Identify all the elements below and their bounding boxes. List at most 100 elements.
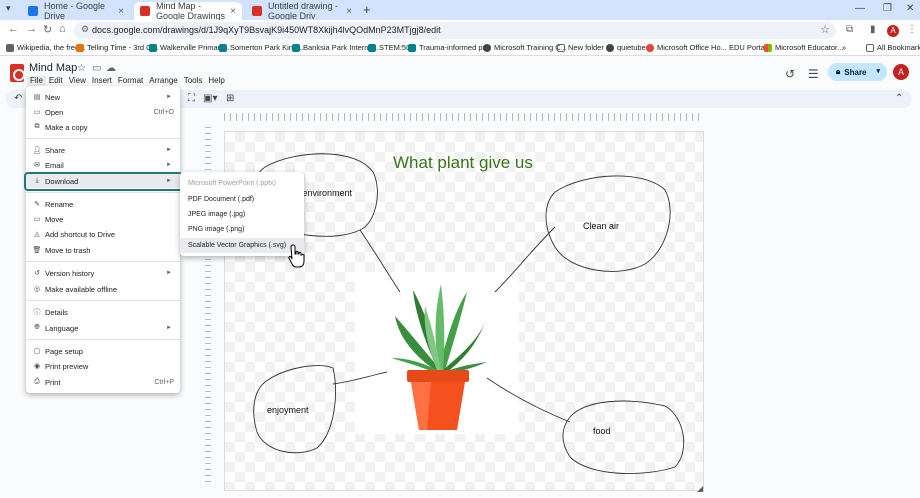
menu-item-print[interactable]: ⎙ Print Ctrl+P: [26, 375, 180, 389]
move-folder-icon[interactable]: ▭: [92, 63, 101, 74]
menu-item-rename[interactable]: ✎ Rename: [26, 197, 180, 211]
bookmark-star-icon[interactable]: ☆: [820, 23, 830, 36]
node-food[interactable]: food: [593, 426, 611, 436]
download-pdf[interactable]: PDF Document (.pdf): [180, 192, 304, 207]
new-tab-button[interactable]: +: [363, 2, 371, 17]
version-history-icon[interactable]: ↺: [785, 67, 795, 81]
home-icon[interactable]: ⌂: [59, 23, 66, 35]
document-title[interactable]: Mind Map: [29, 62, 77, 74]
browser-profile-avatar[interactable]: A: [887, 25, 899, 37]
chevron-down-icon[interactable]: ▾: [876, 67, 880, 75]
menu-item-share[interactable]: 👤︎ Share ►: [26, 143, 180, 157]
side-panel-icon[interactable]: ▮: [870, 24, 876, 35]
forward-icon[interactable]: →: [26, 23, 37, 35]
comment-add-icon[interactable]: ⊞: [226, 93, 234, 104]
new-doc-icon: ▤: [33, 94, 41, 101]
account-avatar[interactable]: A: [893, 64, 909, 80]
select-crop-icon[interactable]: ⛶: [188, 93, 195, 104]
menu-item-trash[interactable]: 🗑︎ Move to trash: [26, 243, 180, 257]
maximize-button[interactable]: ❐: [883, 3, 892, 14]
bookmark-item[interactable]: Telling Time - 3rd G...: [76, 43, 158, 52]
minimize-button[interactable]: —: [855, 3, 865, 14]
menu-item-move[interactable]: ▭ Move: [26, 212, 180, 226]
download-svg[interactable]: Scalable Vector Graphics (.svg): [180, 238, 304, 253]
lock-icon: 🔒︎: [836, 67, 841, 76]
tab-title: Mind Map - Google Drawings: [156, 1, 226, 21]
menu-item-page-setup[interactable]: ▢ Page setup: [26, 344, 180, 358]
menu-item-language[interactable]: 🌐︎ Language ►: [26, 321, 180, 335]
browser-menu-icon[interactable]: ⋮: [907, 24, 917, 35]
drawings-logo-icon[interactable]: [10, 64, 25, 82]
collapse-toolbar-icon[interactable]: ⌃: [895, 93, 903, 104]
reload-icon[interactable]: ↻: [43, 23, 52, 36]
bookmark-item[interactable]: quietube: [606, 43, 646, 52]
image-icon[interactable]: ▣▾: [203, 93, 217, 104]
bookmark-favicon-icon: [606, 43, 614, 52]
bookmark-item[interactable]: Microsoft Educator...: [764, 43, 843, 52]
node-environment[interactable]: r environment: [297, 188, 352, 198]
site-info-icon[interactable]: ⚙: [81, 24, 89, 35]
bookmark-favicon-icon: [76, 43, 84, 52]
menu-item-new[interactable]: ▤ New ►: [26, 90, 180, 104]
tab-title: Home - Google Drive: [44, 1, 106, 21]
undo-icon[interactable]: ↶: [14, 93, 22, 104]
download-png[interactable]: PNG image (.png): [180, 222, 304, 237]
all-bookmarks[interactable]: All Bookmarks: [866, 43, 920, 52]
horizontal-ruler: [224, 113, 704, 121]
download-submenu: Microsoft PowerPoint (.pptx) PDF Documen…: [180, 172, 304, 256]
preview-icon: ◉: [33, 363, 41, 370]
download-highlight-outline: [24, 172, 183, 191]
menu-item-details[interactable]: ⓘ Details: [26, 305, 180, 319]
node-enjoyment[interactable]: enjoyment: [267, 405, 309, 415]
tab-untitled-drawing[interactable]: Untitled drawing - Google Driv ×: [246, 1, 358, 21]
back-icon[interactable]: ←: [8, 23, 19, 35]
menu-tools[interactable]: Tools: [181, 76, 206, 88]
move-folder-icon: ▭: [33, 216, 41, 223]
bookmark-item[interactable]: Microsoft Office Ho...: [646, 43, 727, 52]
folder-open-icon: ▭: [33, 109, 41, 116]
bookmark-item[interactable]: Microsoft Training C...: [483, 43, 567, 52]
close-icon[interactable]: ×: [346, 6, 352, 17]
menu-item-print-preview[interactable]: ◉ Print preview: [26, 359, 180, 373]
bookmark-item[interactable]: Somerton Park Kind...: [219, 43, 303, 52]
tab-google-drive[interactable]: Home - Google Drive ×: [22, 1, 130, 21]
resize-handle-icon[interactable]: ◢: [697, 484, 703, 493]
address-bar[interactable]: ⚙ docs.google.com/drawings/d/1J9qXyT9Bsv…: [74, 22, 836, 39]
printer-icon: ⎙: [34, 378, 40, 385]
bookmarks-overflow-icon[interactable]: »: [842, 43, 846, 52]
share-button[interactable]: 🔒︎ Share ▾: [828, 63, 887, 81]
menu-item-add-shortcut[interactable]: ◬ Add shortcut to Drive: [26, 227, 180, 241]
bookmark-item[interactable]: Banksia Park Interna...: [292, 43, 379, 52]
close-icon[interactable]: ×: [118, 6, 124, 17]
tab-mind-map[interactable]: Mind Map - Google Drawings ×: [134, 1, 242, 21]
bookmark-item[interactable]: Trauma-informed pr...: [408, 43, 491, 52]
cloud-status-icon[interactable]: ☁: [106, 63, 116, 74]
download-pptx[interactable]: Microsoft PowerPoint (.pptx): [180, 176, 304, 191]
menu-item-offline[interactable]: ◎ Make available offline: [26, 282, 180, 296]
drive-shortcut-icon: ◬: [34, 231, 40, 238]
bookmark-item[interactable]: Wikipedia, the free...: [6, 43, 85, 52]
bookmark-item[interactable]: EDU Portal: [729, 43, 767, 52]
close-icon[interactable]: ×: [230, 6, 236, 17]
menu-divider: [26, 261, 180, 262]
url-text: docs.google.com/drawings/d/1J9qXyT9Bsvaj…: [92, 25, 441, 35]
download-jpg[interactable]: JPEG image (.jpg): [180, 207, 304, 222]
star-icon[interactable]: ☆: [77, 63, 86, 74]
email-icon: ✉: [34, 162, 40, 169]
bookmark-folder[interactable]: New folder: [557, 43, 604, 52]
copy-icon: ⧉: [34, 123, 40, 130]
wikipedia-icon: [6, 43, 14, 52]
mind-map-title[interactable]: What plant give us: [393, 153, 533, 173]
menu-item-make-copy[interactable]: ⧉ Make a copy: [26, 120, 180, 134]
menu-help[interactable]: Help: [205, 76, 227, 88]
comments-icon[interactable]: ☰: [808, 67, 819, 81]
extensions-icon[interactable]: ⧉: [846, 24, 853, 35]
node-clean-air[interactable]: Clean air: [583, 221, 619, 231]
menu-divider: [26, 339, 180, 340]
menu-item-email[interactable]: ✉ Email ►: [26, 158, 180, 172]
window-close-button[interactable]: ✕: [906, 3, 914, 14]
menu-item-version-history[interactable]: ↺ Version history ►: [26, 266, 180, 280]
bookmark-item[interactable]: Walkerville Primary...: [149, 43, 230, 52]
menu-item-open[interactable]: ▭ Open Ctrl+O: [26, 105, 180, 119]
tab-search-icon[interactable]: ▾: [6, 3, 11, 14]
